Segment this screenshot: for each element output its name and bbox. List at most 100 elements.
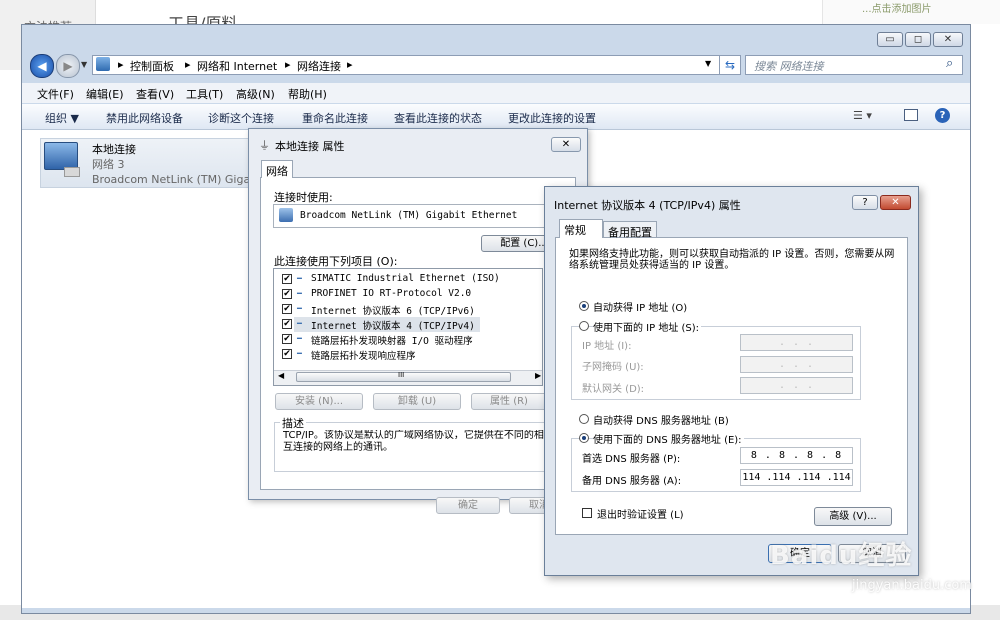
network-component-icon: ━ bbox=[297, 304, 302, 313]
checkbox-item-2[interactable]: ✔ bbox=[282, 304, 292, 314]
breadcrumb-network-connections[interactable]: 网络连接 bbox=[297, 58, 341, 74]
validate-label[interactable]: 退出时验证设置 (L) bbox=[597, 506, 684, 521]
menu-advanced[interactable]: 高级(N) bbox=[236, 86, 275, 102]
dialog1-ok-button[interactable]: 确定 bbox=[436, 497, 500, 514]
cable-icon bbox=[64, 167, 80, 177]
preferred-dns-label: 首选 DNS 服务器 (P): bbox=[582, 454, 681, 465]
items-label: 此连接使用下列项目 (O): bbox=[274, 255, 398, 268]
connection-name: 本地连接 bbox=[92, 143, 136, 156]
manual-ip-label[interactable]: 使用下面的 IP 地址 (S): bbox=[593, 319, 702, 334]
crumb-sep-icon: ▸ bbox=[347, 58, 353, 71]
crumb-sep-icon: ▸ bbox=[285, 58, 291, 71]
list-item[interactable]: SIMATIC Industrial Ethernet (ISO) bbox=[311, 273, 500, 287]
ip-address-label: IP 地址 (I): bbox=[582, 341, 632, 352]
menu-help[interactable]: 帮助(H) bbox=[288, 86, 327, 102]
forward-button[interactable]: ▶ bbox=[56, 54, 80, 78]
dialog2-title: Internet 协议版本 4 (TCP/IPv4) 属性 bbox=[554, 199, 741, 212]
scroll-right-icon[interactable]: ▶ bbox=[535, 371, 541, 380]
organize-button[interactable]: 组织 ▼ bbox=[45, 110, 79, 126]
ip-address-input[interactable]: . . . bbox=[740, 334, 853, 351]
maximize-button[interactable]: ◻ bbox=[905, 32, 931, 47]
description-text: TCP/IP。该协议是默认的广域网络协议，它提供在不同的相互连接的网络上的通讯。 bbox=[283, 430, 544, 453]
adapter-icon bbox=[279, 208, 293, 222]
back-button[interactable]: ◀ bbox=[30, 54, 54, 78]
list-item-selected[interactable]: Internet 协议版本 4 (TCP/IPv4) bbox=[311, 318, 475, 332]
scroll-left-icon[interactable]: ◀ bbox=[278, 371, 284, 380]
checkbox-item-0[interactable]: ✔ bbox=[282, 274, 292, 284]
radio-manual-dns[interactable] bbox=[579, 433, 589, 443]
plug-icon: ⏚ bbox=[259, 139, 270, 152]
background-right-text[interactable]: ...点击添加图片 bbox=[862, 0, 932, 15]
dialog2-close-button[interactable]: ✕ bbox=[880, 195, 911, 210]
close-button[interactable]: ✕ bbox=[933, 32, 963, 47]
gateway-input[interactable]: . . . bbox=[740, 377, 853, 394]
network-component-icon: ━ bbox=[297, 319, 302, 328]
dialog1-close-button[interactable]: ✕ bbox=[551, 137, 581, 152]
tab-general[interactable]: 常规 bbox=[559, 219, 603, 238]
network-component-icon: ━ bbox=[297, 274, 302, 283]
alternate-dns-input[interactable]: 114 .114 .114 .114 bbox=[740, 469, 853, 486]
manual-dns-label[interactable]: 使用下面的 DNS 服务器地址 (E): bbox=[593, 431, 744, 446]
disable-device-button[interactable]: 禁用此网络设备 bbox=[106, 110, 183, 126]
network-adapter-icon bbox=[44, 142, 78, 170]
breadcrumb-control-panel[interactable]: 控制面板 bbox=[130, 58, 174, 74]
breadcrumb-network-internet[interactable]: 网络和 Internet bbox=[197, 58, 277, 74]
uninstall-button[interactable]: 卸载 (U) bbox=[373, 393, 461, 410]
refresh-button[interactable]: ⇆ bbox=[719, 55, 741, 75]
list-item[interactable]: 链路层拓扑发现映射器 I/O 驱动程序 bbox=[311, 333, 473, 347]
connection-network: 网络 3 bbox=[92, 158, 125, 171]
checkbox-item-5[interactable]: ✔ bbox=[282, 349, 292, 359]
tab-network[interactable]: 网络 bbox=[261, 160, 293, 178]
network-component-icon: ━ bbox=[297, 349, 302, 358]
dialog2-help-button[interactable]: ? bbox=[852, 195, 878, 210]
auto-ip-label[interactable]: 自动获得 IP 地址 (O) bbox=[593, 299, 687, 314]
scroll-grip: III bbox=[398, 371, 405, 379]
install-button[interactable]: 安装 (N)... bbox=[275, 393, 363, 410]
connect-using-label: 连接时使用: bbox=[274, 191, 333, 204]
subnet-mask-label: 子网掩码 (U): bbox=[582, 362, 644, 373]
crumb-sep-icon: ▸ bbox=[185, 58, 191, 71]
view-status-button[interactable]: 查看此连接的状态 bbox=[394, 110, 482, 126]
advanced-button[interactable]: 高级 (V)... bbox=[814, 507, 892, 526]
list-item[interactable]: 链路层拓扑发现响应程序 bbox=[311, 348, 416, 362]
radio-manual-ip[interactable] bbox=[579, 321, 589, 331]
network-component-icon: ━ bbox=[297, 289, 302, 298]
search-placeholder: 搜索 网络连接 bbox=[754, 60, 824, 73]
tab-alternate-config[interactable]: 备用配置 bbox=[603, 221, 657, 239]
help-icon[interactable]: ? bbox=[935, 108, 950, 123]
view-options-icon[interactable]: ☰ ▾ bbox=[853, 109, 872, 122]
arrow-left-icon: ◀ bbox=[37, 59, 47, 73]
adapter-name: Broadcom NetLink (TM) Gigabit Ethernet bbox=[300, 210, 518, 221]
checkbox-item-1[interactable]: ✔ bbox=[282, 289, 292, 299]
address-dropdown-icon[interactable]: ▼ bbox=[705, 59, 711, 68]
auto-dns-label[interactable]: 自动获得 DNS 服务器地址 (B) bbox=[593, 412, 729, 427]
description-label: 描述 bbox=[280, 415, 306, 431]
rename-button[interactable]: 重命名此连接 bbox=[302, 110, 368, 126]
minimize-button[interactable]: ▭ bbox=[877, 32, 903, 47]
change-settings-button[interactable]: 更改此连接的设置 bbox=[508, 110, 596, 126]
alternate-dns-label: 备用 DNS 服务器 (A): bbox=[582, 476, 682, 487]
radio-auto-ip[interactable] bbox=[579, 301, 589, 311]
list-item[interactable]: PROFINET IO RT-Protocol V2.0 bbox=[311, 288, 471, 302]
baidu-watermark-logo: Baidu经验 bbox=[770, 541, 913, 571]
properties-button[interactable]: 属性 (R) bbox=[471, 393, 547, 410]
subnet-mask-input[interactable]: . . . bbox=[740, 356, 853, 373]
menu-tools[interactable]: 工具(T) bbox=[186, 86, 223, 102]
arrow-right-icon: ▶ bbox=[63, 59, 73, 73]
connection-adapter: Broadcom NetLink (TM) Giga bbox=[92, 173, 248, 186]
validate-checkbox[interactable] bbox=[582, 508, 592, 518]
menu-edit[interactable]: 编辑(E) bbox=[86, 86, 124, 102]
diagnose-button[interactable]: 诊断这个连接 bbox=[208, 110, 274, 126]
history-dropdown-icon[interactable]: ▼ bbox=[81, 60, 87, 69]
list-item[interactable]: Internet 协议版本 6 (TCP/IPv6) bbox=[311, 303, 475, 317]
dialog1-title: 本地连接 属性 bbox=[275, 140, 345, 153]
menu-file[interactable]: 文件(F) bbox=[37, 86, 74, 102]
refresh-icon: ⇆ bbox=[724, 58, 736, 72]
checkbox-item-4[interactable]: ✔ bbox=[282, 334, 292, 344]
preview-pane-icon[interactable] bbox=[904, 109, 918, 121]
preferred-dns-input[interactable]: 8 . 8 . 8 . 8 bbox=[740, 447, 853, 464]
radio-auto-dns[interactable] bbox=[579, 414, 589, 424]
search-icon[interactable]: ⌕ bbox=[946, 56, 953, 71]
checkbox-item-3[interactable]: ✔ bbox=[282, 319, 292, 329]
menu-view[interactable]: 查看(V) bbox=[136, 86, 174, 102]
